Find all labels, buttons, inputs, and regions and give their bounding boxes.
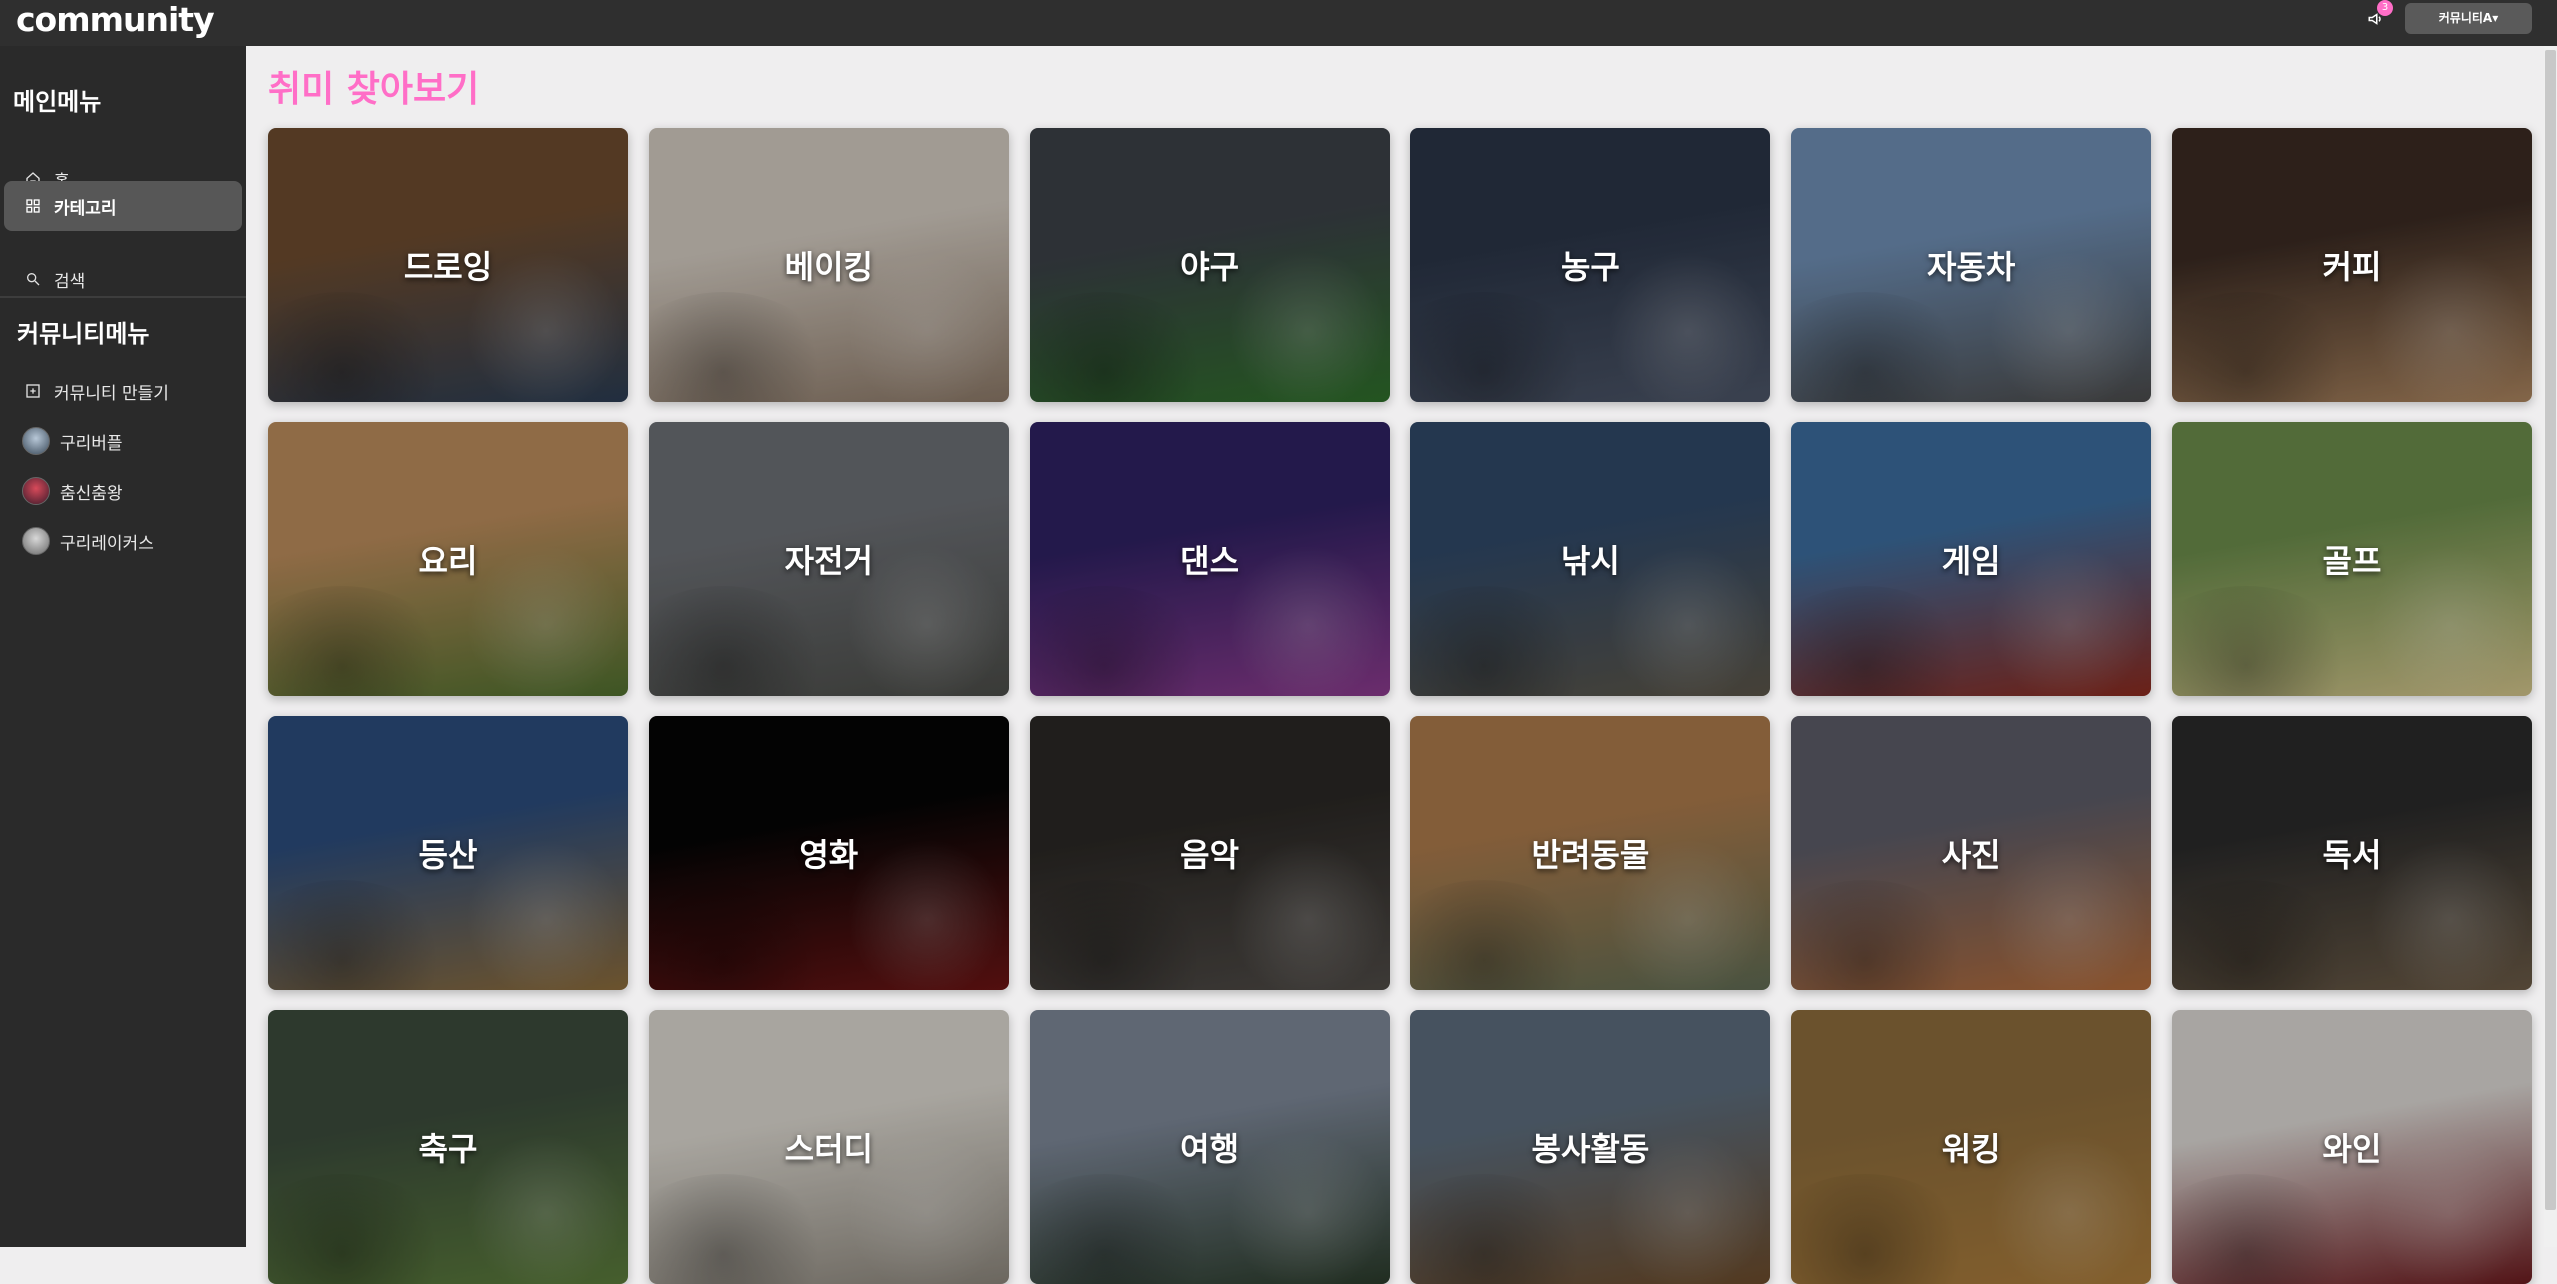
category-label: 베이킹	[784, 248, 873, 286]
category-label: 골프	[2322, 542, 2382, 580]
sidebar: 메인메뉴 홈 카테고리 검색 커뮤니티메뉴 커뮤니티 만들기 구리버플 춤신춤왕	[0, 46, 246, 1247]
plus-square-icon	[24, 382, 42, 400]
community-avatar	[22, 427, 50, 455]
scrollbar-thumb[interactable]	[2545, 50, 2556, 1210]
category-card[interactable]: 드로잉	[268, 128, 628, 402]
category-card[interactable]: 게임	[1791, 422, 2152, 696]
category-card[interactable]: 커피	[2171, 128, 2532, 402]
category-label: 드로잉	[403, 248, 493, 286]
category-label: 등산	[418, 836, 478, 874]
category-label: 여행	[1180, 1130, 1240, 1168]
sidebar-item-label: 춤신춤왕	[60, 483, 123, 504]
page-title: 취미 찾아보기	[268, 69, 480, 110]
category-card[interactable]: 반려동물	[1410, 716, 1771, 990]
category-label: 커피	[2322, 248, 2382, 286]
category-card[interactable]: 음악	[1029, 716, 1390, 990]
category-label: 독서	[2322, 836, 2382, 874]
category-label: 사진	[1941, 836, 2001, 874]
category-label: 와인	[2322, 1130, 2382, 1168]
category-label: 농구	[1560, 248, 1620, 286]
category-card[interactable]: 베이킹	[648, 128, 1009, 402]
category-label: 자동차	[1927, 248, 2016, 286]
sidebar-item-label: 구리레이커스	[60, 533, 154, 554]
category-label: 봉사활동	[1531, 1130, 1650, 1168]
sidebar-item-label: 구리버플	[60, 433, 123, 454]
category-grid: 드로잉 베이킹 야구 농구 자동차 커피요리 자전거 댄스 낚시 게임 골프등산 영화 음악 반려동물 사진…	[268, 128, 2532, 1284]
category-card[interactable]: 워킹	[1791, 1010, 2152, 1284]
category-label: 야구	[1180, 248, 1240, 286]
category-label: 자전거	[784, 542, 873, 580]
category-card[interactable]: 야구	[1029, 128, 1390, 402]
community-menu-title: 커뮤니티메뉴	[17, 320, 150, 348]
category-label: 반려동물	[1531, 836, 1650, 874]
category-card[interactable]: 자동차	[1791, 128, 2152, 402]
category-label: 댄스	[1180, 542, 1240, 580]
search-icon	[24, 270, 42, 288]
category-label: 스터디	[784, 1130, 873, 1168]
sidebar-item-label: 카테고리	[54, 198, 117, 219]
sidebar-item-community-3[interactable]: 구리레이커스	[4, 517, 242, 565]
notification-button[interactable]: 3	[2363, 0, 2393, 32]
category-card[interactable]: 여행	[1029, 1010, 1390, 1284]
category-card[interactable]: 자전거	[648, 422, 1009, 696]
category-label: 게임	[1941, 542, 2001, 580]
notification-count-badge: 3	[2377, 0, 2393, 16]
category-label: 낚시	[1560, 542, 1620, 580]
category-card[interactable]: 요리	[268, 422, 628, 696]
sidebar-divider	[0, 296, 246, 298]
category-label: 영화	[799, 836, 859, 874]
category-card[interactable]: 봉사활동	[1410, 1010, 1771, 1284]
main-menu-title: 메인메뉴	[13, 88, 102, 116]
community-logo[interactable]: community	[16, 0, 215, 40]
user-menu-dropdown[interactable]: 커뮤니티A▾	[2405, 3, 2532, 34]
category-label: 음악	[1180, 836, 1240, 874]
sidebar-item-create-community[interactable]: 커뮤니티 만들기	[4, 367, 242, 415]
category-card[interactable]: 등산	[268, 716, 628, 990]
category-card[interactable]: 독서	[2171, 716, 2532, 990]
category-card[interactable]: 와인	[2171, 1010, 2532, 1284]
sidebar-item-label: 커뮤니티 만들기	[54, 383, 169, 404]
category-card[interactable]: 사진	[1791, 716, 2152, 990]
category-card[interactable]: 영화	[648, 716, 1009, 990]
category-label: 축구	[418, 1130, 478, 1168]
grid-icon	[24, 197, 42, 215]
category-label: 워킹	[1941, 1130, 2001, 1168]
category-card[interactable]: 댄스	[1029, 422, 1390, 696]
community-avatar	[22, 477, 50, 505]
sidebar-item-label: 검색	[54, 271, 86, 292]
category-card[interactable]: 골프	[2171, 422, 2532, 696]
sidebar-item-community-2[interactable]: 춤신춤왕	[4, 467, 242, 515]
sidebar-item-community-1[interactable]: 구리버플	[4, 417, 242, 465]
category-card[interactable]: 낚시	[1410, 422, 1771, 696]
community-avatar	[22, 527, 50, 555]
category-card[interactable]: 축구	[268, 1010, 628, 1284]
category-card[interactable]: 농구	[1410, 128, 1771, 402]
category-label: 요리	[418, 542, 478, 580]
sidebar-item-category[interactable]: 카테고리	[4, 181, 242, 231]
category-card[interactable]: 스터디	[648, 1010, 1009, 1284]
top-navigation-bar: community 3 커뮤니티A▾	[0, 0, 2557, 46]
